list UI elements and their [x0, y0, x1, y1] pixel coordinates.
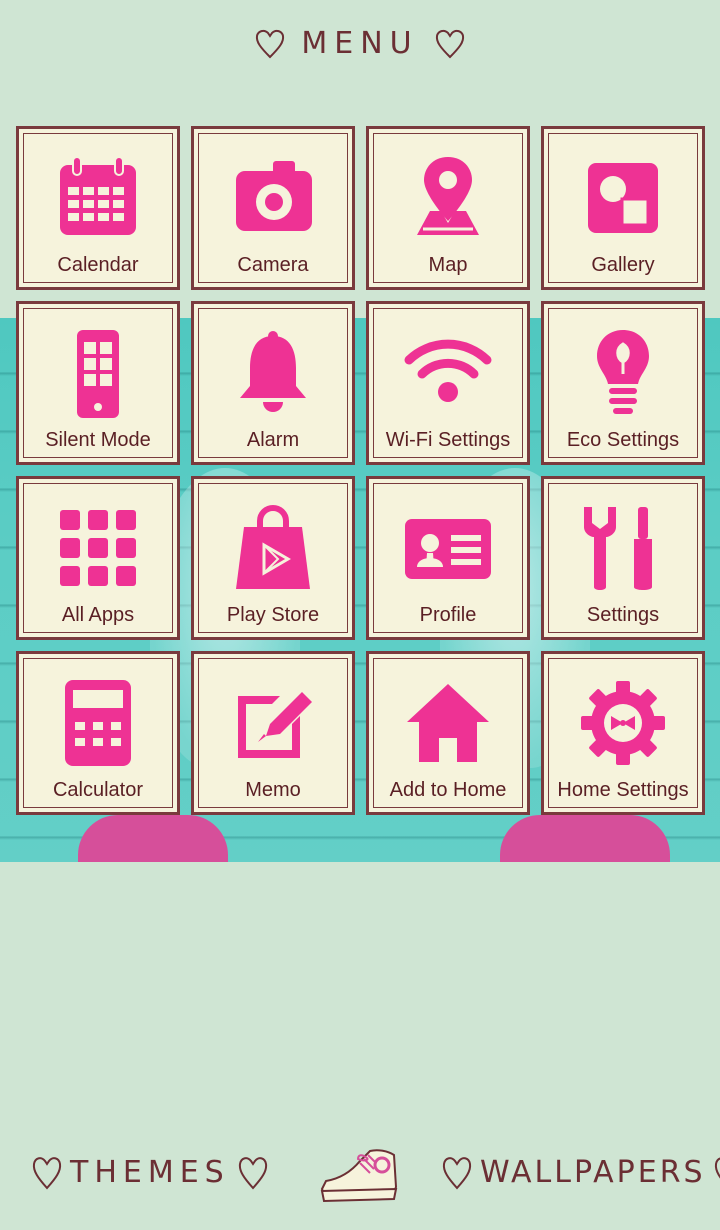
- footer-bar: THEMES WALLPAPERS: [0, 1145, 720, 1215]
- calculator-icon: [65, 680, 131, 766]
- heart-icon: [238, 1157, 267, 1190]
- tile-label: Eco Settings: [566, 429, 680, 451]
- tile-calculator[interactable]: Calculator: [16, 651, 180, 815]
- tile-label: Settings: [586, 604, 660, 626]
- heart-icon: [256, 29, 285, 59]
- tile-label: All Apps: [61, 604, 135, 626]
- phone-icon: [77, 330, 119, 418]
- tile-silent-mode[interactable]: Silent Mode: [16, 301, 180, 465]
- grid-icon: [60, 510, 136, 586]
- tile-label: Play Store: [226, 604, 320, 626]
- id-card-icon: [405, 519, 491, 579]
- memo-pencil-icon: [238, 692, 312, 758]
- tile-label: Memo: [245, 779, 301, 801]
- tile-label: Calculator: [52, 779, 144, 801]
- tile-label: Profile: [419, 604, 477, 626]
- gear-icon: [581, 681, 665, 765]
- tile-alarm[interactable]: Alarm: [191, 301, 355, 465]
- tile-home-settings[interactable]: Home Settings: [541, 651, 705, 815]
- tile-profile[interactable]: Profile: [366, 476, 530, 640]
- tile-camera[interactable]: Camera: [191, 126, 355, 290]
- tile-gallery[interactable]: Gallery: [541, 126, 705, 290]
- tile-label: Alarm: [246, 429, 300, 451]
- tile-add-to-home[interactable]: Add to Home: [366, 651, 530, 815]
- tile-settings[interactable]: Settings: [541, 476, 705, 640]
- tile-label: Add to Home: [389, 779, 507, 801]
- tile-label: Silent Mode: [45, 429, 151, 451]
- tile-map[interactable]: Map: [366, 126, 530, 290]
- heart-icon: [32, 1157, 62, 1190]
- gallery-icon: [588, 163, 658, 233]
- lightbulb-icon: [597, 330, 649, 414]
- tile-label: Camera: [237, 254, 309, 276]
- menu-grid: Calendar Camera Map Gallery Silent Mode …: [16, 126, 706, 816]
- tile-label: Map: [428, 254, 468, 276]
- home-icon: [407, 684, 489, 762]
- tile-eco-settings[interactable]: Eco Settings: [541, 301, 705, 465]
- tile-calendar[interactable]: Calendar: [16, 126, 180, 290]
- wifi-icon: [404, 339, 492, 402]
- shopping-bag-icon: [236, 505, 310, 589]
- themes-label: THEMES: [70, 1154, 230, 1190]
- tile-label: Calendar: [57, 254, 139, 276]
- heart-icon: [435, 29, 464, 59]
- tile-memo[interactable]: Memo: [191, 651, 355, 815]
- tile-label: Home Settings: [557, 779, 689, 801]
- leg-left-image: [78, 815, 228, 862]
- menu-title: MENU: [301, 25, 419, 61]
- wallpapers-button[interactable]: WALLPAPERS: [440, 1153, 720, 1191]
- menu-header: MENU: [0, 18, 720, 68]
- wallpapers-label: WALLPAPERS: [480, 1154, 706, 1190]
- leg-right-image: [500, 815, 670, 862]
- tile-play-store[interactable]: Play Store: [191, 476, 355, 640]
- themes-button[interactable]: THEMES: [30, 1153, 270, 1191]
- tile-label: Wi-Fi Settings: [385, 429, 511, 451]
- heart-icon: [714, 1157, 720, 1180]
- tile-wifi-settings[interactable]: Wi-Fi Settings: [366, 301, 530, 465]
- heart-icon: [442, 1157, 472, 1190]
- tile-label: Gallery: [591, 254, 655, 276]
- sneaker-icon: [320, 1149, 398, 1203]
- tile-all-apps[interactable]: All Apps: [16, 476, 180, 640]
- bell-icon: [240, 331, 306, 412]
- camera-icon: [236, 161, 312, 231]
- map-pin-icon: [417, 157, 479, 235]
- tools-icon: [584, 507, 652, 590]
- calendar-icon: [60, 156, 136, 235]
